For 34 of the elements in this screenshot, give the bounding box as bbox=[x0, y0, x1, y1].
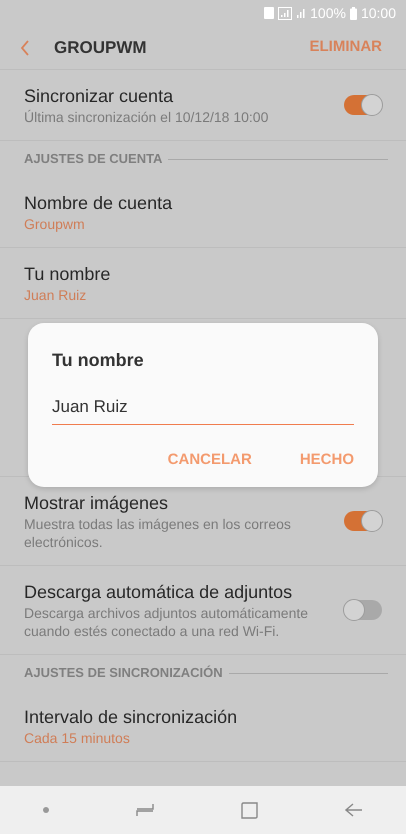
screen-title: GROUPWM bbox=[54, 36, 148, 59]
setting-description: Muestra todas las imágenes en los correos electrónicos. bbox=[24, 515, 292, 551]
setting-title: Tu nombre bbox=[24, 263, 112, 286]
recent-apps-icon[interactable] bbox=[136, 803, 154, 817]
dot-icon[interactable] bbox=[43, 807, 50, 813]
setting-description: Última sincronización el 10/12/18 10:00 bbox=[24, 108, 270, 126]
setting-title: Mostrar imágenes bbox=[24, 492, 170, 515]
settings-row[interactable]: Intervalo de sincronización Cada 15 minutos bbox=[0, 691, 406, 762]
settings-row[interactable]: Nombre de cuenta Groupwm bbox=[0, 177, 406, 248]
setting-title: Nombre de cuenta bbox=[24, 192, 174, 215]
back-icon[interactable] bbox=[344, 803, 363, 817]
settings-row[interactable]: Descarga automática de adjuntos Descarga archivos adjuntos automáticamente cuando estés conectado a una red Wi-Fi. bbox=[0, 566, 406, 655]
setting-value: Juan Ruiz bbox=[24, 286, 88, 304]
section-header: AJUSTES DE SINCRONIZACIÓN bbox=[24, 664, 223, 682]
toggle-switch[interactable] bbox=[344, 600, 382, 620]
settings-row[interactable]: Sincronizar cuenta Última sincronización el 10/12/18 10:00 bbox=[0, 70, 406, 141]
setting-description: Descarga archivos adjuntos automáticamente cuando estés conectado a una red Wi-Fi. bbox=[24, 604, 310, 640]
setting-value: Groupwm bbox=[24, 215, 86, 233]
name-input-field[interactable]: Juan Ruiz bbox=[52, 392, 354, 424]
section-header: AJUSTES DE CUENTA bbox=[24, 150, 162, 168]
toggle-switch[interactable] bbox=[344, 511, 382, 531]
signal-icon bbox=[278, 6, 292, 20]
sim-icon bbox=[264, 7, 274, 19]
setting-title: Sincronizar cuenta bbox=[24, 85, 174, 108]
setting-title: Intervalo de sincronización bbox=[24, 706, 238, 729]
home-icon[interactable] bbox=[240, 802, 258, 818]
signal-icon bbox=[296, 8, 306, 18]
dialog-title: Tu nombre bbox=[52, 349, 145, 372]
setting-value: Cada 15 minutos bbox=[24, 729, 131, 747]
toggle-switch[interactable] bbox=[344, 95, 382, 115]
settings-row[interactable]: Tu nombre Juan Ruiz bbox=[0, 248, 406, 319]
battery-icon bbox=[350, 6, 357, 20]
setting-title: Descarga automática de adjuntos bbox=[24, 581, 294, 604]
back-icon[interactable] bbox=[20, 40, 30, 56]
